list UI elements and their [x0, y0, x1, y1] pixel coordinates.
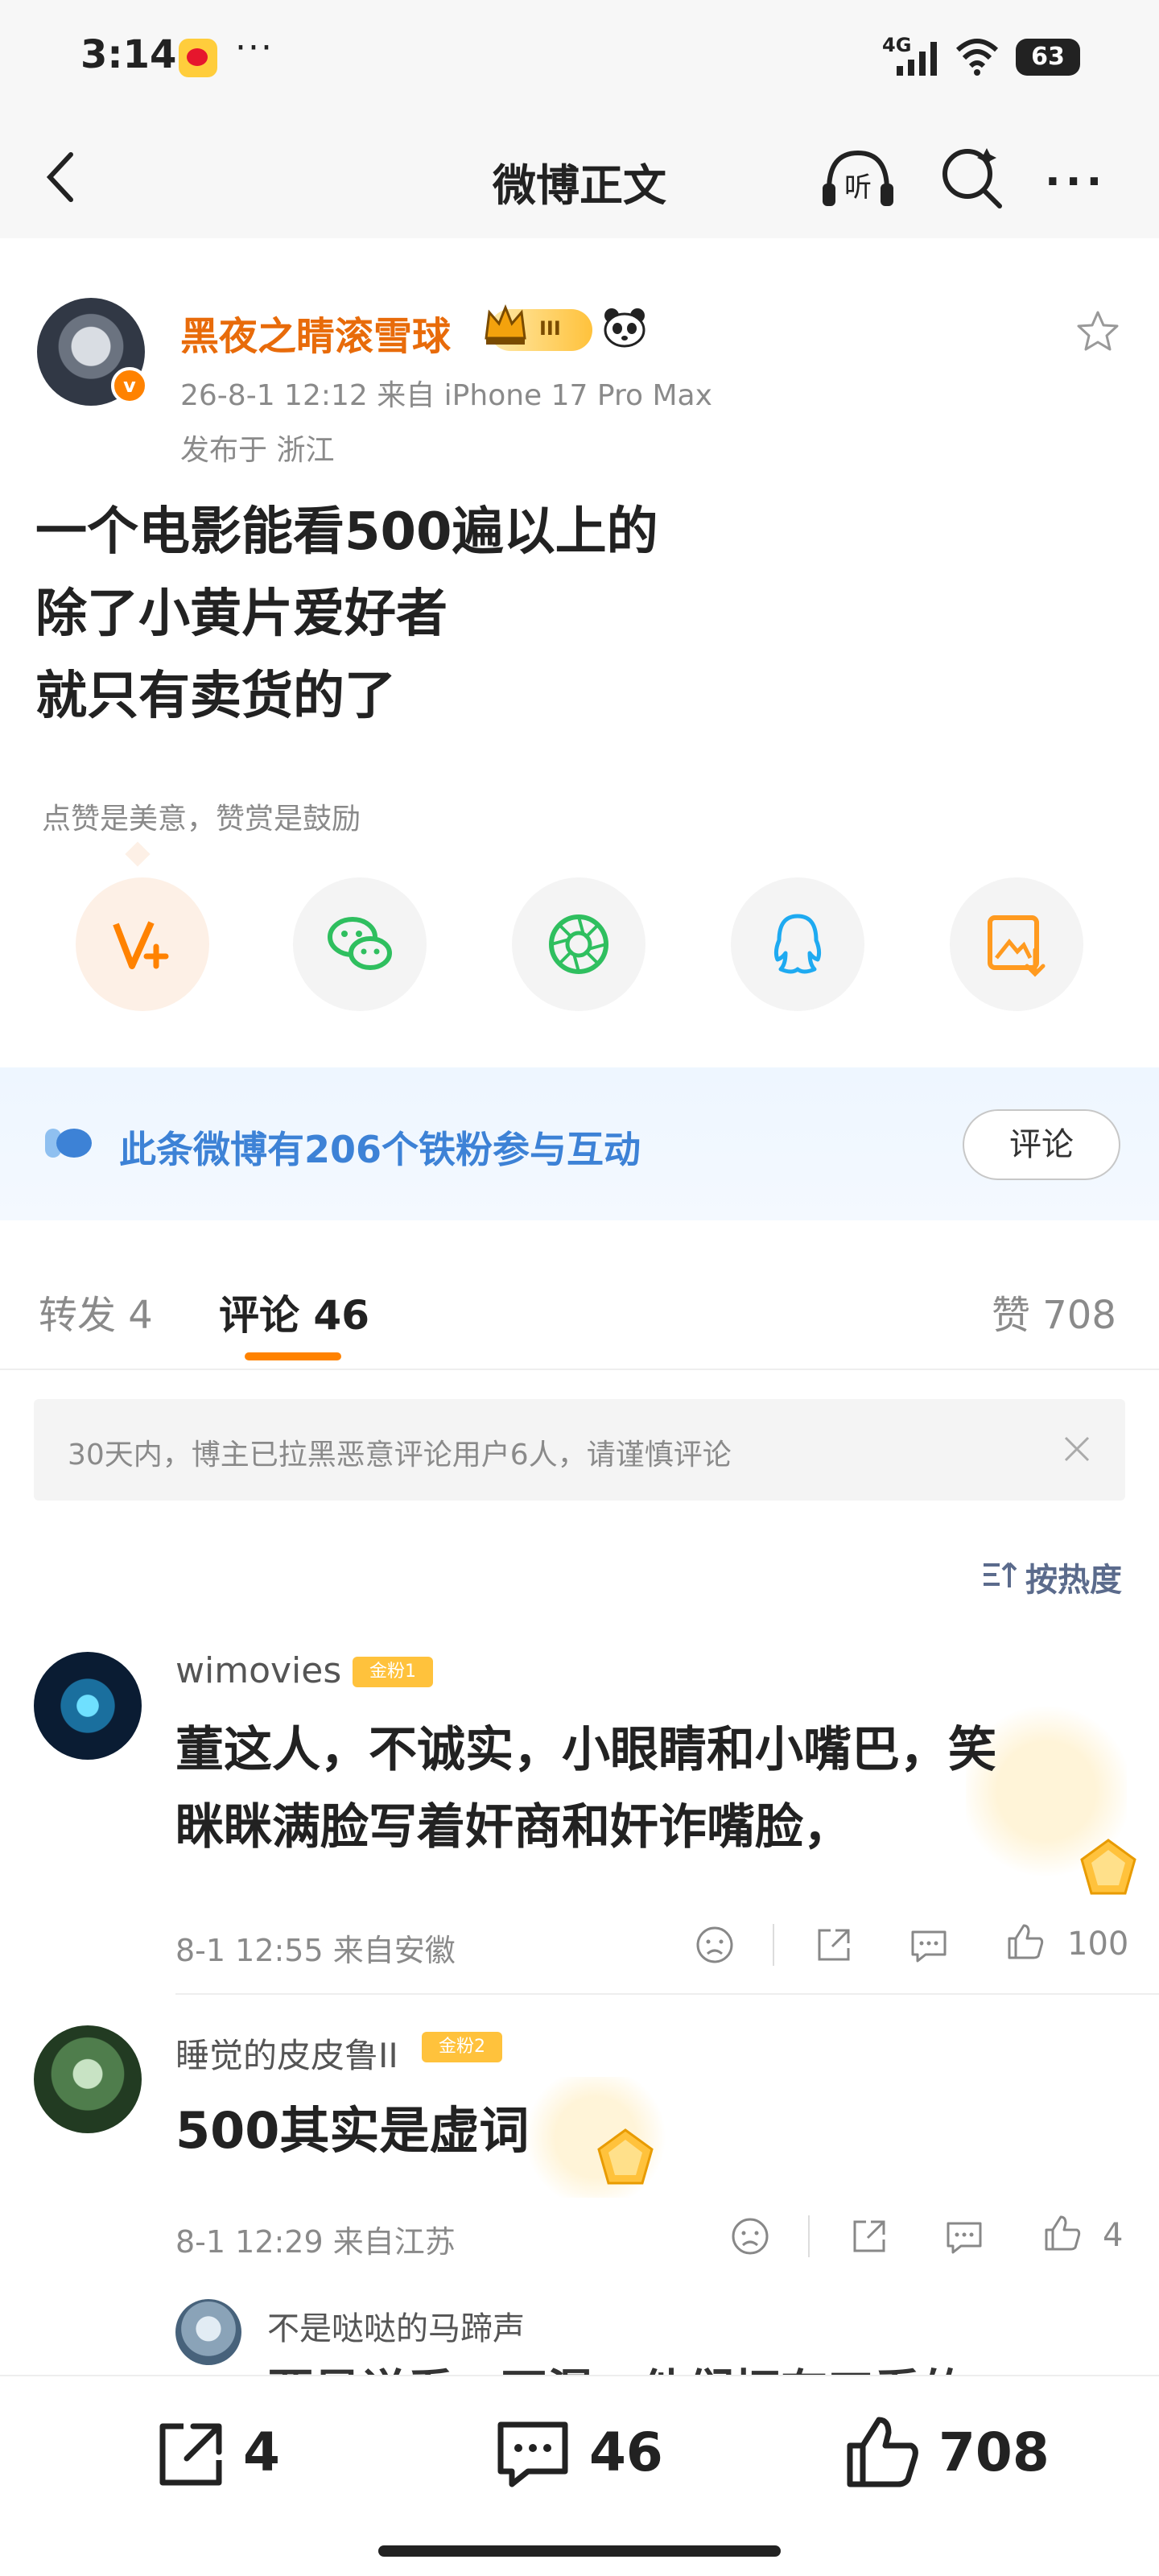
share-icon[interactable] — [813, 1924, 855, 1966]
gem-icon — [1080, 1839, 1136, 1895]
crown-icon — [485, 303, 526, 345]
author-name[interactable]: 黑夜之睛滚雪球 — [180, 304, 451, 361]
more-options-icon[interactable]: ··· — [1045, 158, 1107, 206]
comment-text: 500其实是虚词 — [175, 2101, 530, 2160]
svg-text:听: 听 — [844, 171, 872, 204]
share-qq-button[interactable] — [731, 877, 864, 1011]
comment-line: 眯眯满脸写着奸商和奸诈嘴脸， — [175, 1799, 852, 1856]
panda-icon — [604, 308, 645, 348]
post-line: 除了小黄片爱好者 — [35, 584, 448, 644]
dislike-icon[interactable] — [694, 1924, 736, 1966]
gem-icon — [597, 2128, 654, 2185]
repost-count[interactable]: 4 — [243, 2421, 280, 2483]
fans-comment-button[interactable]: 评论 — [963, 1109, 1120, 1180]
divider — [808, 2215, 810, 2257]
close-icon[interactable] — [1058, 1430, 1096, 1468]
tab-bar — [0, 1233, 1159, 1370]
listen-icon[interactable]: 听 — [818, 145, 898, 209]
like-icon[interactable] — [842, 2412, 922, 2492]
notice-text: 30天内，博主已拉黑恶意评论用户6人，请谨慎评论 — [68, 1439, 732, 1472]
like-icon[interactable] — [1004, 1921, 1046, 1963]
fans-icon — [45, 1129, 92, 1158]
commenter-name[interactable]: wimovies — [175, 1650, 341, 1691]
tip-label: 点赞是美意，赞赏是鼓励 — [42, 803, 361, 836]
signal-icon — [897, 42, 937, 76]
search-icon[interactable] — [937, 143, 1004, 211]
like-total-count[interactable]: 708 — [938, 2421, 1050, 2483]
comment-line: 董这人，不诚实，小眼睛和小嘴巴，笑 — [175, 1722, 996, 1778]
comment-icon[interactable] — [493, 2413, 573, 2494]
weibo-notification-icon — [179, 39, 217, 77]
like-count: 100 — [1067, 1926, 1129, 1963]
dislike-icon[interactable] — [729, 2215, 771, 2257]
favorite-star-icon[interactable] — [1074, 308, 1122, 356]
comment-count[interactable]: 46 — [589, 2421, 663, 2483]
share-icon[interactable] — [848, 2215, 890, 2257]
post-location: 发布于 浙江 — [180, 434, 335, 467]
save-image-icon — [988, 915, 1046, 977]
share-save-image-button[interactable] — [950, 877, 1083, 1011]
verified-badge: v — [111, 367, 148, 404]
fan-badge: 金粉2 — [422, 2032, 502, 2062]
divider — [773, 1924, 774, 1966]
reply-icon[interactable] — [943, 2215, 985, 2257]
repost-icon[interactable] — [151, 2415, 229, 2492]
comment-meta: 8-1 12:29 来自江苏 — [175, 2224, 456, 2260]
tab-repost[interactable]: 转发 4 — [39, 1283, 153, 1340]
fans-text: 此条微博有206个铁粉参与互动 — [119, 1128, 641, 1171]
commenter-avatar[interactable] — [34, 2025, 142, 2133]
share-vplus-button[interactable] — [76, 877, 209, 1011]
comment-meta: 8-1 12:55 来自安徽 — [175, 1933, 456, 1968]
post-line: 就只有卖货的了 — [35, 667, 396, 726]
like-count: 4 — [1103, 2217, 1124, 2254]
post-line: 一个电影能看500遍以上的 — [35, 502, 658, 562]
commenter-name[interactable]: 睡觉的皮皮鲁II — [175, 2029, 398, 2078]
reply-icon[interactable] — [908, 1924, 950, 1966]
fan-badge: 金粉1 — [353, 1657, 433, 1687]
status-time: 3:14 — [80, 32, 177, 77]
like-icon[interactable] — [1041, 2212, 1083, 2254]
share-moments-button[interactable] — [512, 877, 645, 1011]
wifi-icon — [955, 39, 999, 76]
comment-separator — [175, 1993, 1159, 1995]
status-more-icon: ··· — [235, 27, 274, 68]
member-level: III — [539, 317, 561, 340]
comment-text: 董这人，不诚实，小眼睛和小嘴巴，笑 眯眯满脸写着奸商和奸诈嘴脸， — [175, 1711, 1117, 1866]
vplus-icon — [113, 921, 169, 969]
battery-indicator: 63 — [1016, 39, 1080, 76]
qq-icon — [773, 914, 822, 974]
sort-icon — [984, 1562, 1017, 1587]
reply-user[interactable]: 不是哒哒的马蹄声 — [267, 2302, 525, 2349]
tab-active-indicator — [245, 1352, 341, 1360]
wechat-icon — [328, 917, 392, 970]
tab-comments[interactable]: 评论 46 — [219, 1283, 369, 1341]
tab-likes[interactable]: 赞 708 — [992, 1283, 1116, 1340]
commenter-avatar[interactable] — [34, 1652, 142, 1760]
home-indicator[interactable] — [378, 2545, 781, 2557]
sort-label: 按热度 — [1025, 1562, 1122, 1599]
reply-avatar[interactable] — [175, 2299, 241, 2365]
post-meta: 26-8-1 12:12 来自 iPhone 17 Pro Max — [180, 379, 712, 412]
post-body: 一个电影能看500遍以上的 除了小黄片爱好者 就只有卖货的了 — [35, 491, 1130, 737]
moments-icon — [549, 914, 608, 974]
share-wechat-button[interactable] — [293, 877, 427, 1011]
